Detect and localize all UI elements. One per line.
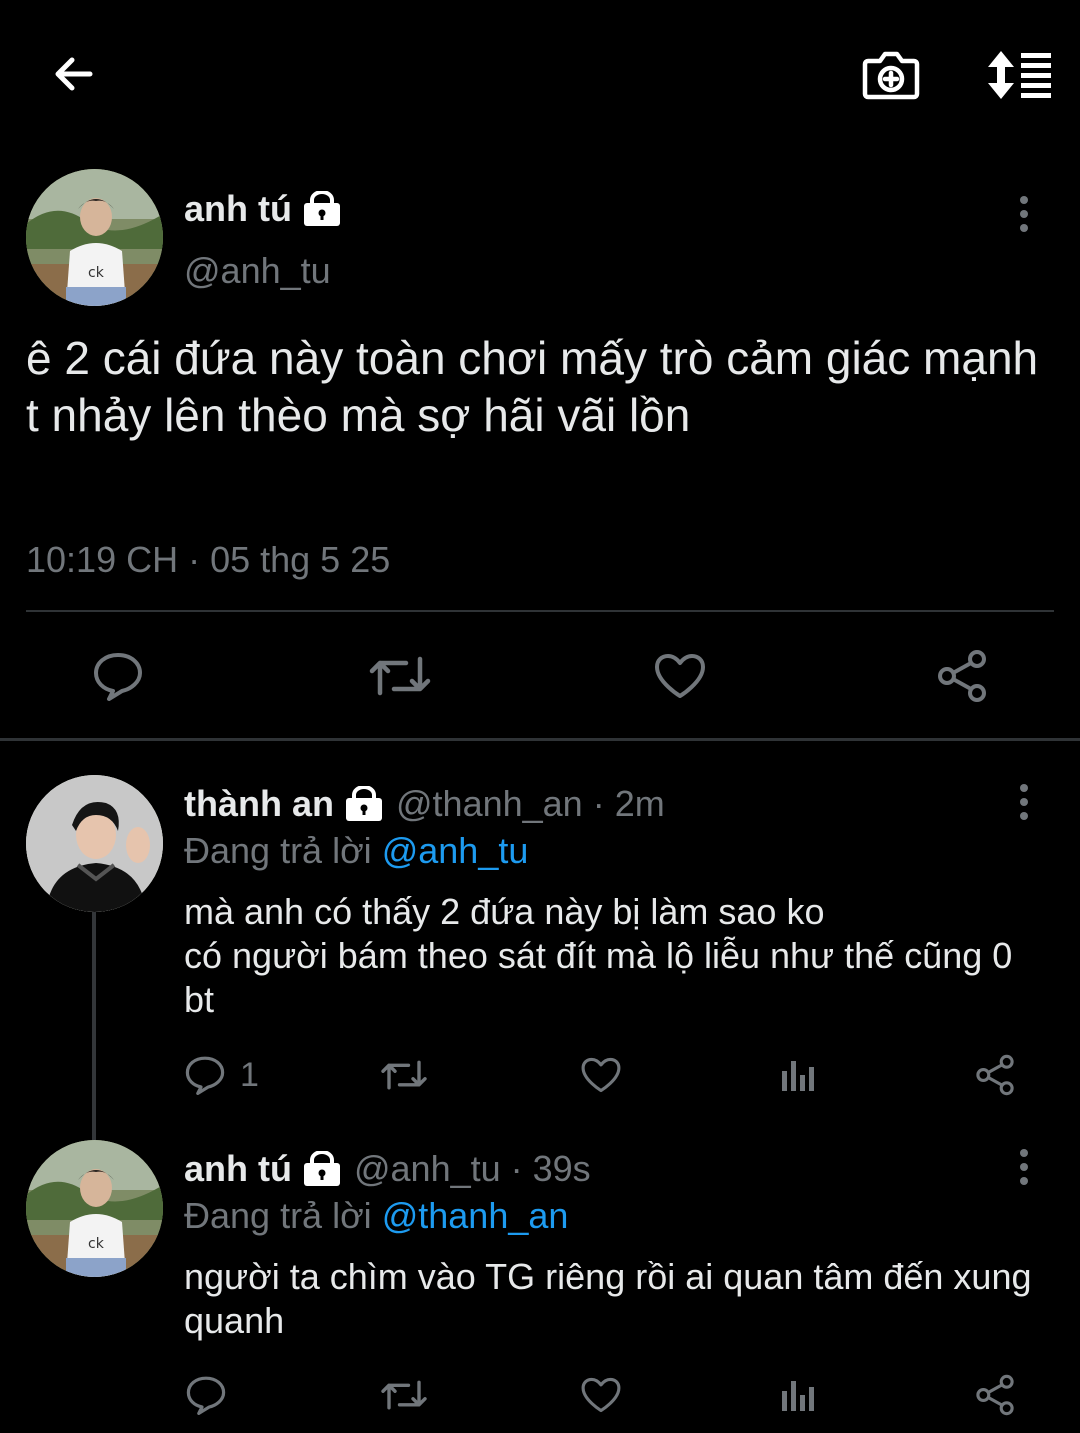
avatar[interactable]: ck (26, 169, 163, 306)
like-icon[interactable] (578, 1370, 624, 1420)
replying-to: Đang trả lời @anh_tu (184, 828, 528, 874)
replying-to-label: Đang trả lời (184, 1195, 372, 1236)
replying-to: Đang trả lời @thanh_an (184, 1193, 568, 1239)
author-handle[interactable]: @anh_tu (184, 248, 331, 294)
top-bar (0, 0, 1080, 150)
camera-add-icon[interactable] (858, 44, 924, 106)
reply-text: người ta chìm vào TG riêng rồi ai quan t… (184, 1256, 1032, 1341)
tweet-timestamp: 10:19 CH · 05 thg 5 25 (26, 539, 391, 580)
reply-count: 1 (240, 1055, 259, 1094)
author-name[interactable]: thành an (184, 781, 334, 827)
sort-list-icon[interactable] (980, 44, 1056, 106)
retweet-icon[interactable] (360, 640, 440, 712)
back-arrow-icon[interactable] (44, 44, 104, 104)
analytics-icon[interactable] (778, 1370, 818, 1420)
section-divider (0, 738, 1080, 741)
share-icon[interactable] (922, 640, 1002, 712)
reply-text: mà anh có thấy 2 đứa này bị làm sao ko c… (184, 891, 1013, 1020)
reply-icon[interactable] (184, 1370, 228, 1420)
lock-icon (302, 1151, 342, 1187)
more-options-icon[interactable] (1004, 190, 1044, 238)
author-name[interactable]: anh tú (184, 1146, 292, 1192)
like-icon[interactable] (578, 1050, 624, 1100)
reply-button[interactable]: 1 (184, 1050, 259, 1100)
mention-link[interactable]: @anh_tu (382, 830, 529, 871)
author-name-text: anh tú (184, 188, 292, 229)
divider (26, 610, 1054, 612)
lock-icon (344, 786, 384, 822)
reply-header: anh tú @anh_tu · 39s (184, 1146, 591, 1192)
share-icon[interactable] (972, 1050, 1018, 1100)
lock-icon (302, 191, 342, 227)
analytics-icon[interactable] (778, 1050, 818, 1100)
share-icon[interactable] (972, 1370, 1018, 1420)
avatar[interactable] (26, 775, 163, 912)
reply-icon[interactable] (78, 640, 158, 712)
avatar[interactable]: ck (26, 1140, 163, 1277)
reply-meta: @thanh_an · 2m (396, 783, 665, 824)
more-options-icon[interactable] (1004, 1143, 1044, 1191)
svg-text:ck: ck (88, 1236, 105, 1252)
retweet-icon[interactable] (378, 1050, 430, 1100)
author-name[interactable]: anh tú (184, 186, 342, 232)
like-icon[interactable] (640, 640, 720, 712)
more-options-icon[interactable] (1004, 778, 1044, 826)
retweet-icon[interactable] (378, 1370, 430, 1420)
thread-line (92, 912, 96, 1140)
tweet-text: ê 2 cái đứa này toàn chơi mấy trò cảm gi… (26, 332, 1039, 441)
mention-link[interactable]: @thanh_an (382, 1195, 569, 1236)
reply-header: thành an @thanh_an · 2m (184, 781, 665, 827)
svg-text:ck: ck (88, 265, 105, 281)
replying-to-label: Đang trả lời (184, 830, 372, 871)
reply-meta: @anh_tu · 39s (353, 1148, 591, 1189)
